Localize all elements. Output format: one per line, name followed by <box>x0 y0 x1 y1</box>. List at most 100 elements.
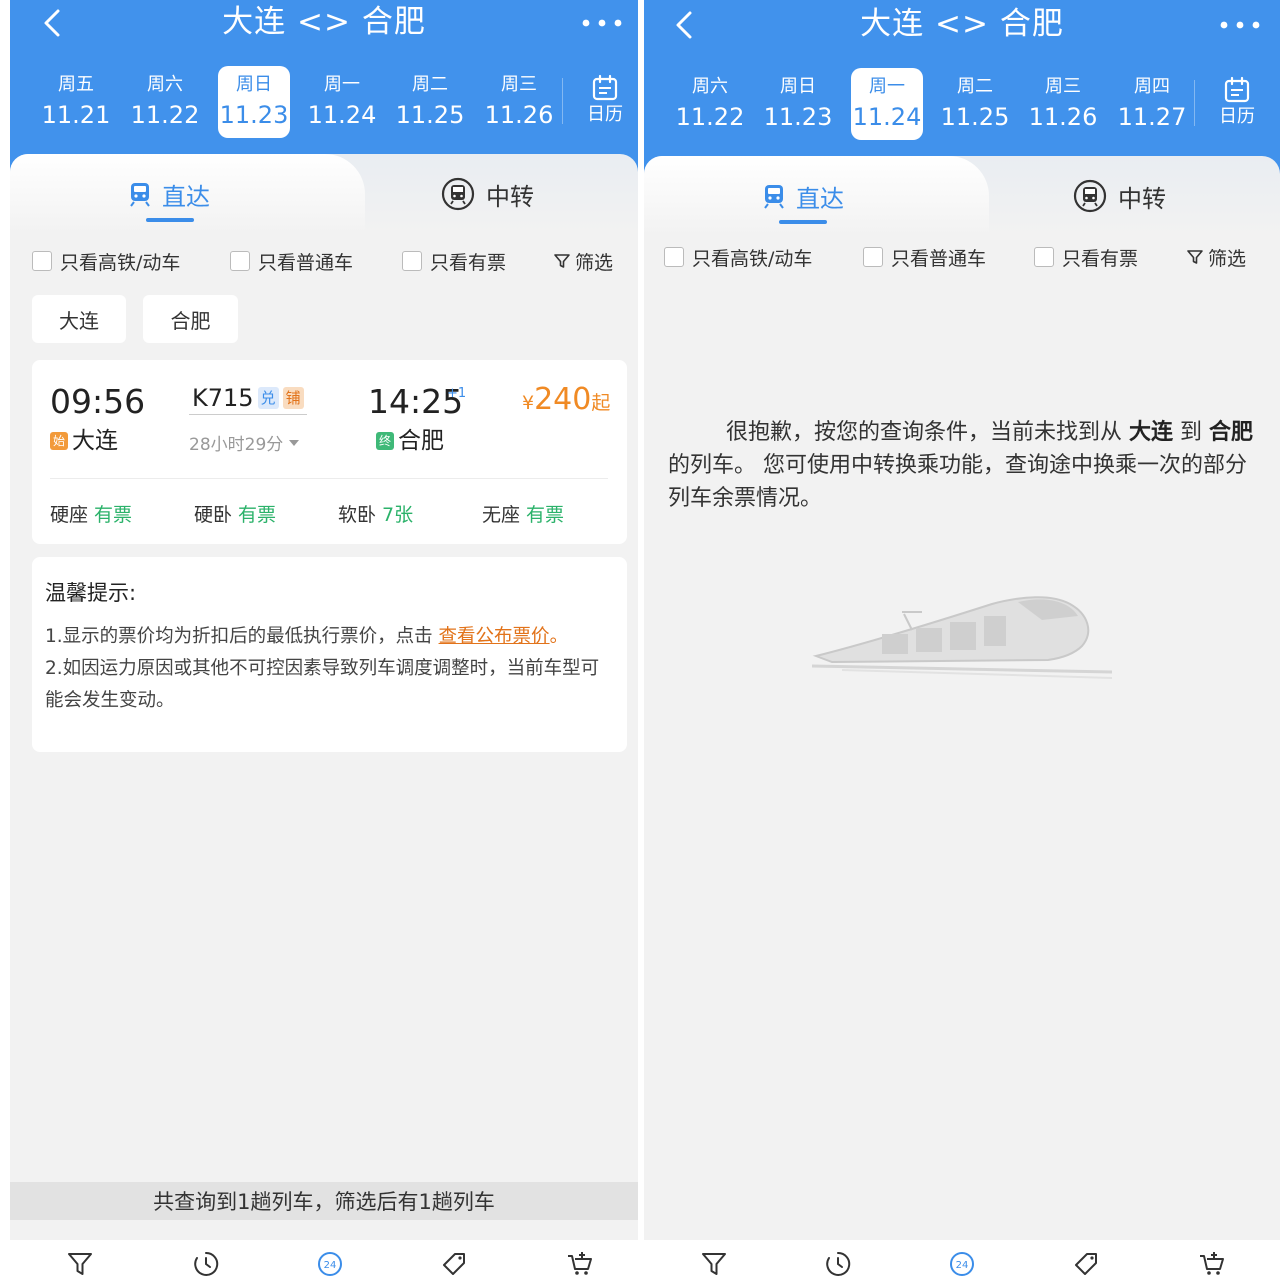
24h-icon[interactable]: 24 <box>948 1250 976 1278</box>
date-number: 11.27 <box>1117 103 1187 131</box>
date-item[interactable]: 周五 11.21 <box>40 66 112 138</box>
departure-station: 始 大连 <box>50 426 118 456</box>
filter-icon[interactable] <box>66 1250 94 1278</box>
filter-button[interactable]: 筛选 <box>553 246 613 276</box>
calendar-icon <box>1224 76 1250 103</box>
calendar-button[interactable]: 日历 <box>575 66 635 138</box>
seat-availability: 有票 <box>526 504 565 526</box>
seat-type: 软卧 <box>338 504 377 526</box>
checkbox[interactable] <box>32 251 52 271</box>
tab-direct-label: 直达 <box>796 184 844 213</box>
tag-icon[interactable] <box>440 1250 468 1278</box>
tab-indicator <box>779 220 827 224</box>
filter-normal-train[interactable]: 只看普通车 <box>230 246 353 276</box>
date-item[interactable]: 周三 11.26 <box>483 66 555 138</box>
date-day: 周二 <box>412 74 448 95</box>
filter-icon[interactable] <box>700 1250 728 1278</box>
date-item[interactable]: 周六 11.22 <box>129 66 201 138</box>
date-number: 11.24 <box>307 101 377 129</box>
tab-transfer[interactable]: 中转 <box>1072 174 1166 218</box>
date-number: 11.23 <box>219 101 289 129</box>
tab-indicator <box>146 218 194 222</box>
filter-high-speed[interactable]: 只看高铁/动车 <box>664 242 812 272</box>
date-item[interactable]: 周六 11.22 <box>674 68 746 140</box>
station-to-button[interactable]: 合肥 <box>143 295 238 343</box>
funnel-icon <box>1187 250 1203 264</box>
clock-icon[interactable] <box>824 1250 852 1278</box>
date-number: 11.26 <box>1028 103 1098 131</box>
caret-down-icon <box>289 439 300 446</box>
train-card[interactable]: 09:56 始 大连 K715 兑 铺 28小时29分 14:25 +1 终 合… <box>32 360 627 544</box>
date-item[interactable]: 周日 11.23 <box>762 68 834 140</box>
seat-availability: 有票 <box>94 504 133 526</box>
berth-tag: 铺 <box>282 387 304 409</box>
tab-direct[interactable]: 直达 <box>762 174 844 218</box>
arrival-station: 终 合肥 <box>376 426 444 456</box>
date-item[interactable]: 周三 11.26 <box>1027 68 1099 140</box>
filter-available[interactable]: 只看有票 <box>1034 242 1138 272</box>
more-icon[interactable] <box>580 8 624 38</box>
tag-icon[interactable] <box>1072 1250 1100 1278</box>
page-title: 大连 <> 合肥 <box>222 4 426 40</box>
tips-line-2: 2.如因运力原因或其他不可控因素导致列车调度调整时，当前车型可能会发生变动。 <box>45 658 600 711</box>
calendar-button[interactable]: 日历 <box>1207 68 1267 140</box>
date-item[interactable]: 周二 11.25 <box>939 68 1011 140</box>
duration[interactable]: 28小时29分 <box>189 430 301 455</box>
view-published-price-link[interactable]: 查看公布票价 <box>439 626 550 647</box>
seat-availability: 有票 <box>238 504 277 526</box>
24h-icon[interactable]: 24 <box>316 1250 344 1278</box>
checkbox[interactable] <box>664 247 684 267</box>
cart-add-icon[interactable] <box>566 1250 594 1278</box>
date-item[interactable]: 周二 11.25 <box>394 66 466 138</box>
tips-text: 1.显示的票价均为折扣后的最低执行票价，点击 <box>45 626 439 647</box>
checkbox[interactable] <box>402 251 422 271</box>
checkbox[interactable] <box>863 247 883 267</box>
calendar-label: 日历 <box>587 104 623 125</box>
price: ¥240起 <box>522 382 610 421</box>
date-day: 周日 <box>236 74 272 95</box>
filter-button[interactable]: 筛选 <box>1186 242 1246 272</box>
date-item-selected[interactable]: 周日 11.23 <box>218 66 290 138</box>
calendar-icon <box>592 74 618 101</box>
result-summary: 共查询到1趟列车，筛选后有1趟列车 <box>10 1182 638 1220</box>
departure-time: 09:56 <box>50 382 146 421</box>
seat-info: 硬座 有票 <box>50 500 132 527</box>
message-from-station: 大连 <box>1129 420 1174 445</box>
exchange-tag: 兑 <box>257 387 279 409</box>
train-number[interactable]: K715 兑 铺 <box>192 384 304 412</box>
date-number: 11.26 <box>484 101 554 129</box>
filter-normal-train[interactable]: 只看普通车 <box>863 242 986 272</box>
transfer-train-icon <box>441 177 475 211</box>
seat-info: 硬卧 有票 <box>194 500 276 527</box>
filter-high-speed[interactable]: 只看高铁/动车 <box>32 246 180 276</box>
start-badge: 始 <box>50 432 68 450</box>
clock-icon[interactable] <box>192 1250 220 1278</box>
page-title: 大连 <> 合肥 <box>860 6 1064 42</box>
date-number: 11.25 <box>395 101 465 129</box>
tab-transfer[interactable]: 中转 <box>440 172 534 216</box>
station-from-button[interactable]: 大连 <box>32 295 126 343</box>
date-day: 周日 <box>780 76 816 97</box>
date-item[interactable]: 周四 11.27 <box>1116 68 1188 140</box>
tab-direct[interactable]: 直达 <box>128 172 210 216</box>
filter-label: 只看普通车 <box>258 251 354 274</box>
tab-direct-label: 直达 <box>162 182 210 211</box>
checkbox[interactable] <box>1034 247 1054 267</box>
date-number: 11.25 <box>940 103 1010 131</box>
filter-available[interactable]: 只看有票 <box>402 246 506 276</box>
message-text: 很抱歉，按您的查询条件，当前未找到从 <box>726 420 1129 445</box>
more-icon[interactable] <box>1218 10 1262 40</box>
bottom-toolbar: 24 <box>10 1240 638 1280</box>
tips-line-1: 1.显示的票价均为折扣后的最低执行票价，点击 查看公布票价。 <box>45 621 614 653</box>
price-value: 240 <box>534 382 592 417</box>
date-day: 周六 <box>692 76 728 97</box>
arrival-station-name: 合肥 <box>398 428 444 454</box>
checkbox[interactable] <box>230 251 250 271</box>
message-text: 的列车。 您可使用中转换乘功能，查询途中换乘一次的部分列车余票情况。 <box>668 453 1247 511</box>
cart-add-icon[interactable] <box>1198 1250 1226 1278</box>
date-item-selected[interactable]: 周一 11.24 <box>851 68 923 140</box>
price-suffix: 起 <box>591 392 611 414</box>
date-item[interactable]: 周一 11.24 <box>306 66 378 138</box>
seat-info: 无座 有票 <box>482 500 564 527</box>
date-day: 周四 <box>1134 76 1170 97</box>
